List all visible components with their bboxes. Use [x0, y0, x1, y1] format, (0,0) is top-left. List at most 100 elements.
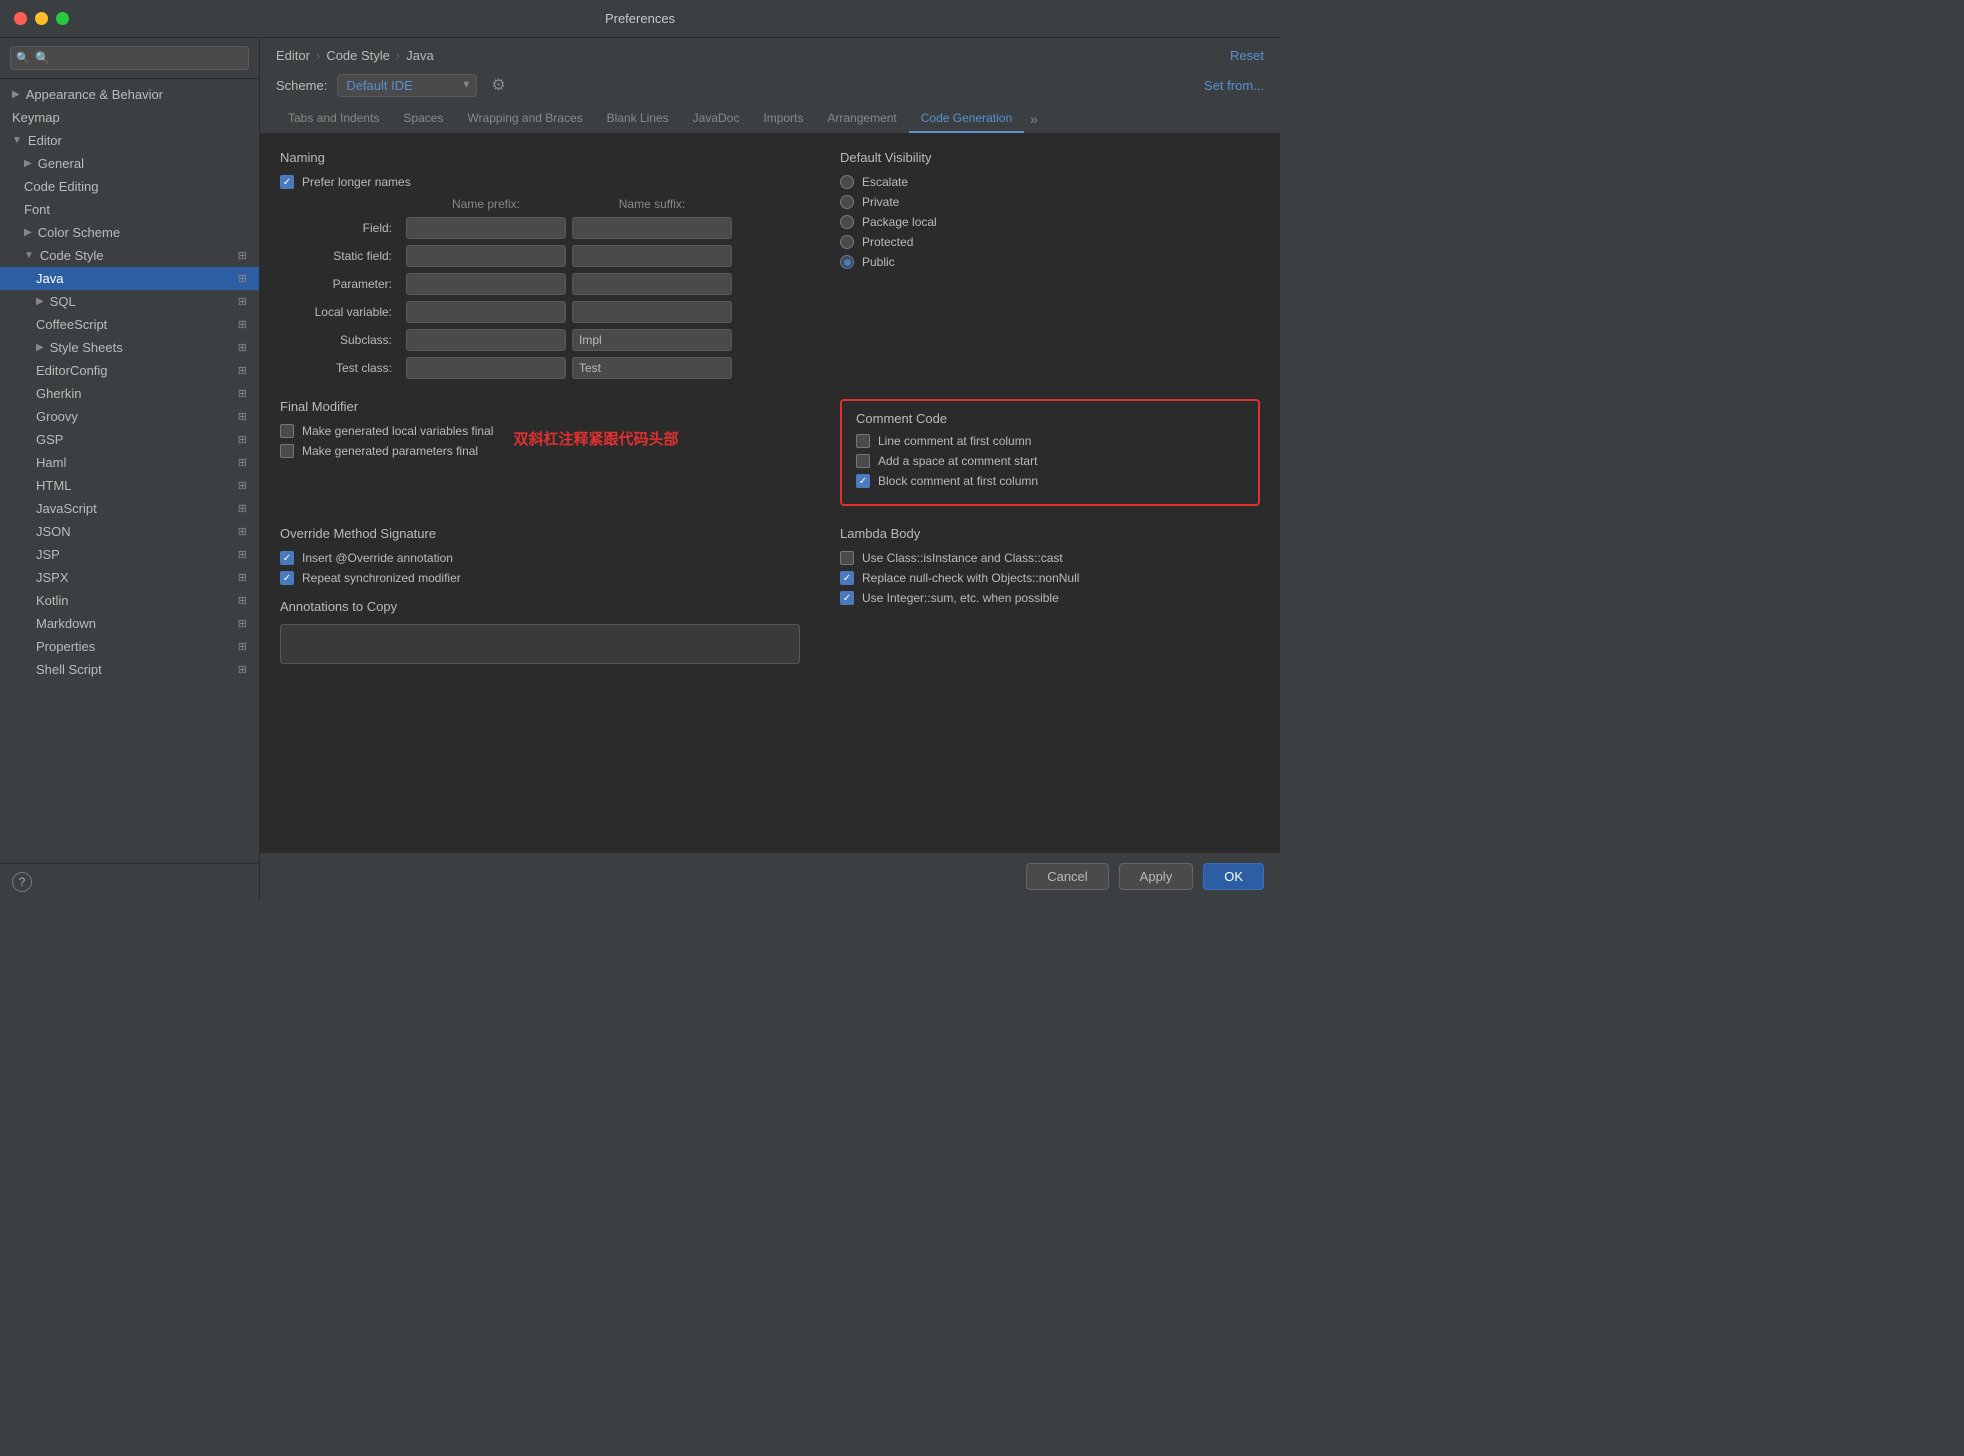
parameter-suffix-input[interactable] [572, 273, 732, 295]
sidebar-item-appearance[interactable]: ▶ Appearance & Behavior [0, 83, 259, 106]
set-from-link[interactable]: Set from... [1204, 78, 1264, 93]
block-comment-first-col-row: Block comment at first column [856, 474, 1244, 488]
tab-javadoc[interactable]: JavaDoc [681, 105, 752, 133]
sidebar-item-gsp[interactable]: GSP ⊞ [0, 428, 259, 451]
sidebar-item-codestyle[interactable]: ▼ Code Style ⊞ [0, 244, 259, 267]
test-class-suffix-input[interactable] [572, 357, 732, 379]
sidebar-item-editorconfig[interactable]: EditorConfig ⊞ [0, 359, 259, 382]
local-vars-final-checkbox[interactable] [280, 424, 294, 438]
tab-code-generation[interactable]: Code Generation [909, 105, 1024, 133]
bottom-bar: Cancel Apply OK [260, 852, 1280, 900]
help-button[interactable]: ? [12, 872, 32, 892]
sidebar-item-groovy[interactable]: Groovy ⊞ [0, 405, 259, 428]
local-var-suffix-input[interactable] [572, 301, 732, 323]
sidebar-item-java[interactable]: Java ⊞ [0, 267, 259, 290]
public-label: Public [862, 255, 895, 269]
sidebar-item-codeediting[interactable]: Code Editing [0, 175, 259, 198]
sidebar-item-font[interactable]: Font [0, 198, 259, 221]
final-modifier-title: Final Modifier [280, 399, 800, 414]
prefer-longer-names-checkbox[interactable] [280, 175, 294, 189]
tabs-overflow-icon[interactable]: » [1024, 105, 1044, 133]
gear-button[interactable]: ⚙ [487, 73, 509, 97]
sidebar-item-shellscript[interactable]: Shell Script ⊞ [0, 658, 259, 681]
field-prefix-input[interactable] [406, 217, 566, 239]
sidebar-item-colorscheme[interactable]: ▶ Color Scheme [0, 221, 259, 244]
private-radio[interactable] [840, 195, 854, 209]
scheme-select[interactable]: Default IDE [337, 74, 477, 97]
sidebar-item-markdown[interactable]: Markdown ⊞ [0, 612, 259, 635]
tab-tabs-indents[interactable]: Tabs and Indents [276, 105, 391, 133]
sidebar-item-gherkin[interactable]: Gherkin ⊞ [0, 382, 259, 405]
class-isinstance-checkbox[interactable] [840, 551, 854, 565]
field-suffix-input[interactable] [572, 217, 732, 239]
parameter-prefix-input[interactable] [406, 273, 566, 295]
test-class-prefix-input[interactable] [406, 357, 566, 379]
sidebar-item-label: Haml [36, 455, 66, 470]
search-input[interactable] [10, 46, 249, 70]
name-suffix-header: Name suffix: [572, 197, 732, 211]
sidebar-item-coffeescript[interactable]: CoffeeScript ⊞ [0, 313, 259, 336]
sidebar-item-jspx[interactable]: JSPX ⊞ [0, 566, 259, 589]
lambda-section: Lambda Body Use Class::isInstance and Cl… [840, 526, 1260, 664]
search-icon: 🔍 [16, 52, 30, 65]
public-radio[interactable] [840, 255, 854, 269]
escalate-radio[interactable] [840, 175, 854, 189]
sidebar-item-keymap[interactable]: Keymap [0, 106, 259, 129]
sidebar-item-properties[interactable]: Properties ⊞ [0, 635, 259, 658]
sidebar-item-label: JSP [36, 547, 60, 562]
space-at-comment-start-checkbox[interactable] [856, 454, 870, 468]
params-final-checkbox[interactable] [280, 444, 294, 458]
sidebar-item-html[interactable]: HTML ⊞ [0, 474, 259, 497]
subclass-prefix-input[interactable] [406, 329, 566, 351]
chevron-icon: ▶ [12, 89, 20, 100]
insert-override-checkbox[interactable] [280, 551, 294, 565]
tab-imports[interactable]: Imports [751, 105, 815, 133]
breadcrumb-editor[interactable]: Editor [276, 48, 310, 63]
use-integer-sum-checkbox[interactable] [840, 591, 854, 605]
sidebar-item-sql[interactable]: ▶ SQL ⊞ [0, 290, 259, 313]
tab-blank-lines[interactable]: Blank Lines [595, 105, 681, 133]
sidebar-item-stylesheets[interactable]: ▶ Style Sheets ⊞ [0, 336, 259, 359]
sidebar-item-editor[interactable]: ▼ Editor [0, 129, 259, 152]
sidebar-item-general[interactable]: ▶ General [0, 152, 259, 175]
chevron-icon: ▶ [24, 158, 32, 169]
sidebar-item-jsp[interactable]: JSP ⊞ [0, 543, 259, 566]
sidebar-item-label: Appearance & Behavior [26, 87, 163, 102]
minimize-button[interactable] [35, 12, 48, 25]
copy-icon: ⊞ [238, 387, 247, 400]
tab-arrangement[interactable]: Arrangement [815, 105, 908, 133]
protected-radio[interactable] [840, 235, 854, 249]
sidebar-item-haml[interactable]: Haml ⊞ [0, 451, 259, 474]
sidebar-item-javascript[interactable]: JavaScript ⊞ [0, 497, 259, 520]
tab-wrapping[interactable]: Wrapping and Braces [455, 105, 594, 133]
repeat-synchronized-checkbox[interactable] [280, 571, 294, 585]
line-comment-first-col-label: Line comment at first column [878, 434, 1031, 448]
ok-button[interactable]: OK [1203, 863, 1264, 890]
replace-null-check-checkbox[interactable] [840, 571, 854, 585]
tab-spaces[interactable]: Spaces [391, 105, 455, 133]
line-comment-first-col-checkbox[interactable] [856, 434, 870, 448]
sidebar-item-kotlin[interactable]: Kotlin ⊞ [0, 589, 259, 612]
local-var-prefix-input[interactable] [406, 301, 566, 323]
package-local-radio[interactable] [840, 215, 854, 229]
private-label: Private [862, 195, 899, 209]
close-button[interactable] [14, 12, 27, 25]
subclass-suffix-input[interactable] [572, 329, 732, 351]
sidebar-item-json[interactable]: JSON ⊞ [0, 520, 259, 543]
cancel-button[interactable]: Cancel [1026, 863, 1108, 890]
apply-button[interactable]: Apply [1119, 863, 1194, 890]
reset-button[interactable]: Reset [1230, 48, 1264, 63]
copy-icon: ⊞ [238, 272, 247, 285]
final-modifier-section: Final Modifier Make generated local vari… [280, 399, 800, 506]
block-comment-first-col-checkbox[interactable] [856, 474, 870, 488]
replace-null-check-row: Replace null-check with Objects::nonNull [840, 571, 1260, 585]
static-field-prefix-input[interactable] [406, 245, 566, 267]
annotations-to-copy-section: Annotations to Copy [280, 599, 800, 664]
breadcrumb-codestyle[interactable]: Code Style [326, 48, 390, 63]
maximize-button[interactable] [56, 12, 69, 25]
local-var-label: Local variable: [280, 305, 400, 319]
scheme-select-wrap: Default IDE ▼ [337, 74, 477, 97]
static-field-suffix-input[interactable] [572, 245, 732, 267]
override-lambda-row: Override Method Signature Insert @Overri… [280, 526, 1260, 664]
annotations-to-copy-area[interactable] [280, 624, 800, 664]
